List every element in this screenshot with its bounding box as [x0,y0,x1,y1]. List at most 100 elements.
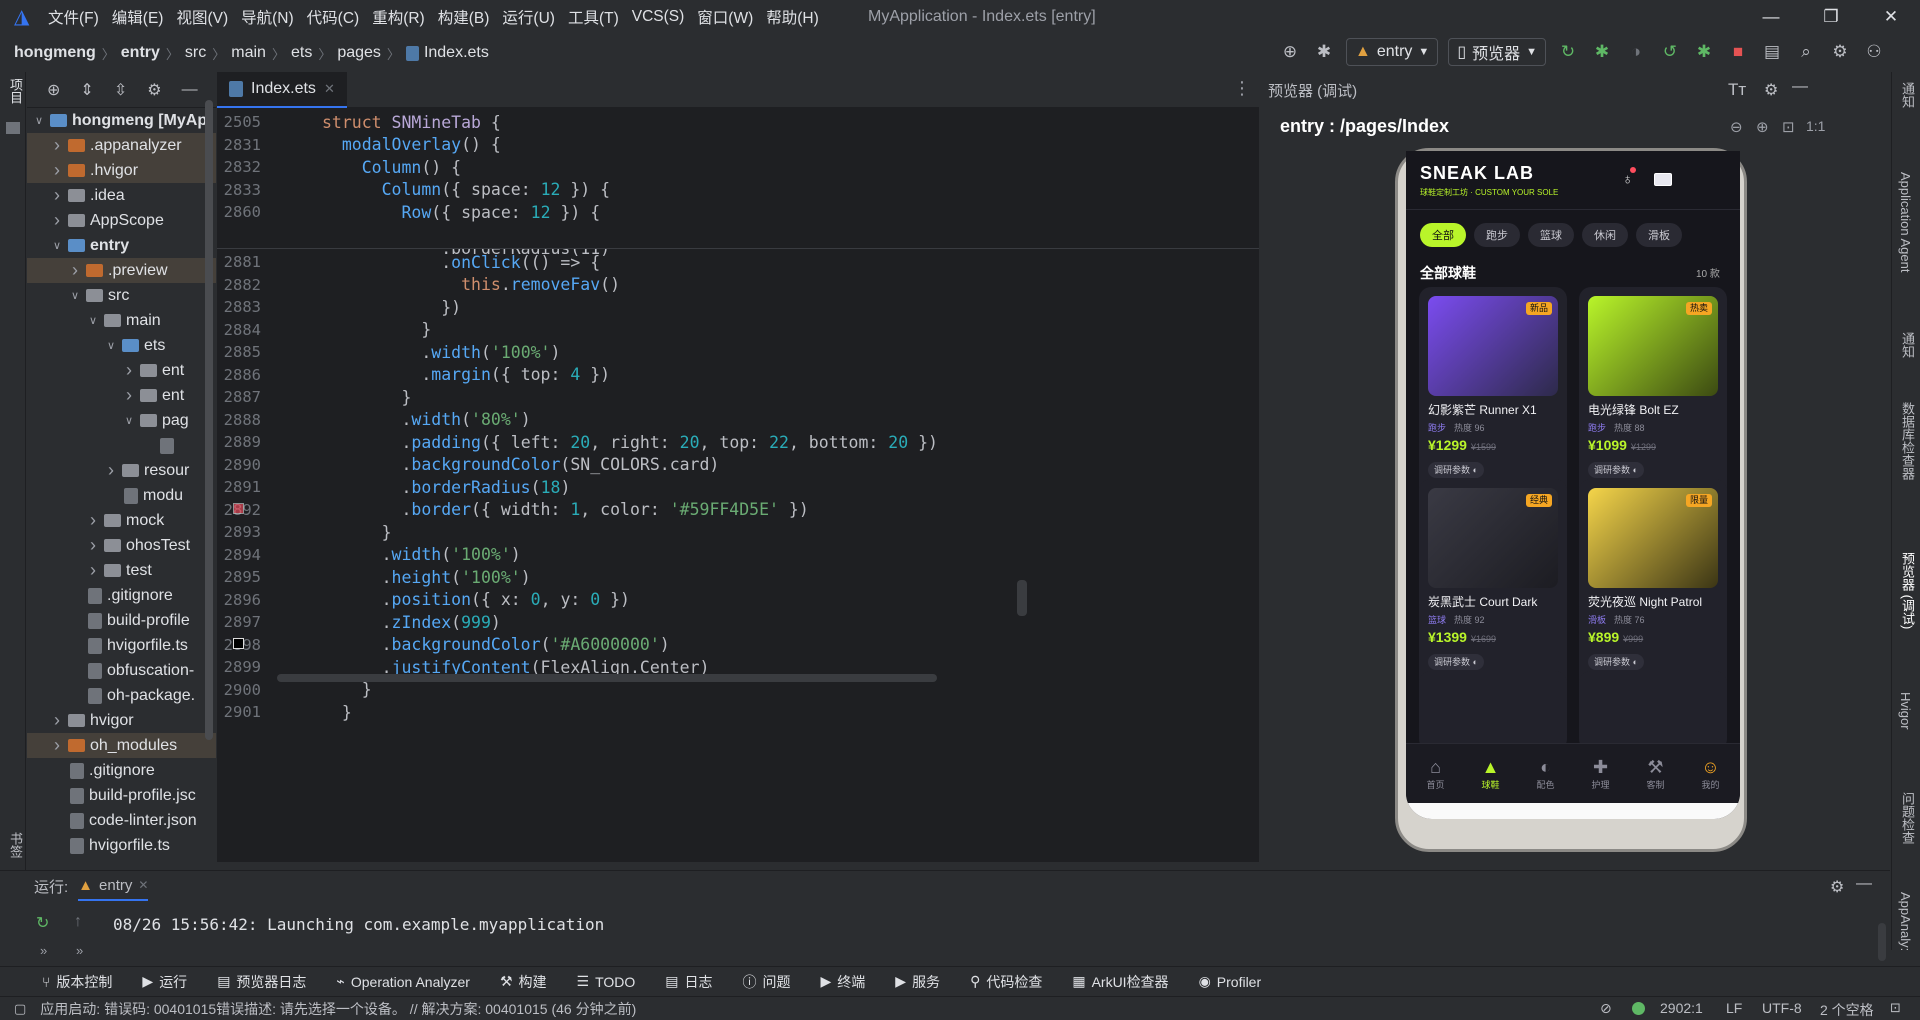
menu-item[interactable]: 帮助(H) [766,6,819,28]
menu-item[interactable]: 代码(C) [307,6,360,28]
profile-icon[interactable]: ✱ [1692,40,1716,64]
menu-item[interactable]: VCS(S) [632,8,685,26]
menu-item[interactable]: 视图(V) [176,6,228,28]
tree-row[interactable]: build-profile [27,608,216,633]
menu-item[interactable]: 运行(U) [502,6,555,28]
tree-row[interactable]: › .appanalyzer [27,133,216,158]
account-icon[interactable]: ⚇ [1862,40,1886,64]
gear-icon[interactable]: ⚙ [1830,877,1844,897]
product-card[interactable]: 热卖 电光绿锋 Bolt EZ 跑步 热度 88 ¥1099 ¥1299 调研参数 ◐ [1579,287,1727,511]
bottom-tool-3[interactable]: ▤ 预览器日志 [217,972,306,992]
line-separator[interactable]: LF [1726,1000,1742,1016]
breadcrumb-item[interactable]: src [185,44,206,62]
bottom-tool-8[interactable]: ⓘ 问题 [743,972,791,992]
menu-item[interactable]: 工具(T) [568,6,619,28]
close-tab-icon[interactable]: ✕ [324,81,335,97]
nav-3[interactable]: ◐ 配色 [1518,756,1573,791]
tree-row[interactable]: ∨ pag [27,408,216,433]
menu-item[interactable]: 构建(B) [438,6,490,28]
stop-icon[interactable]: ■ [1726,40,1750,64]
more-actions-icon[interactable]: » [76,943,83,958]
breadcrumb-item[interactable]: Index.ets [424,44,489,62]
editor-vertical-scrollbar[interactable] [1017,580,1027,616]
project-tool-tab[interactable]: 项目 [6,78,25,104]
rerun-icon[interactable]: ↻ [36,913,49,933]
right-tool-tab[interactable]: 预览器 (调试) [1898,552,1917,629]
more-actions-icon[interactable]: » [40,943,47,958]
tree-row[interactable]: ∨ ets [27,333,216,358]
bottom-tool-10[interactable]: ▶ 服务 [895,972,940,992]
tree-row[interactable]: modu [27,483,216,508]
maximize-icon[interactable]: ❐ [1820,6,1842,28]
minimize-icon[interactable]: — [1760,6,1782,28]
tree-row[interactable]: › ent [27,358,216,383]
nav-6[interactable]: ☺ 我的 [1683,756,1738,791]
breadcrumb-item[interactable]: hongmeng [14,44,96,62]
bottom-tool-6[interactable]: ☰ TODO [577,973,636,990]
product-card[interactable] [1579,671,1727,751]
collapse-all-icon[interactable]: ⇳ [114,80,127,100]
fit-screen-icon[interactable]: ⊡ [1782,118,1795,136]
status-ok-icon[interactable] [1632,1002,1645,1015]
customize-button[interactable]: 调研参数 ◐ [1428,654,1484,670]
file-encoding[interactable]: UTF-8 [1762,1000,1802,1016]
tree-row[interactable]: › mock [27,508,216,533]
tree-row[interactable]: ∨ hongmeng [MyAp [27,108,216,133]
breadcrumb-item[interactable]: pages [337,44,381,62]
tree-row[interactable]: ∨ src [27,283,216,308]
tree-row[interactable]: code-linter.json [27,808,216,833]
category-chip[interactable]: 全部 [1420,223,1466,247]
bottom-tool-1[interactable]: ⑂ 版本控制 [42,972,112,992]
right-tool-tab[interactable]: 通知 [1898,82,1917,108]
bottom-tool-7[interactable]: ▤ 日志 [665,972,712,992]
product-card[interactable]: 限量 荧光夜巡 Night Patrol 滑板 热度 76 ¥899 ¥999 调研参数 ◐ [1579,479,1727,703]
hide-icon[interactable]: — [1792,78,1808,96]
nav-5[interactable]: ⚒ 客制 [1628,756,1683,791]
close-window-icon[interactable]: ✕ [1880,6,1902,28]
tree-row[interactable]: hvigorfile.ts [27,633,216,658]
project-scrollbar[interactable] [205,100,213,740]
product-card[interactable] [1419,671,1567,751]
run-tab-entry[interactable]: ▲ entry ✕ [78,871,149,901]
breadcrumb-item[interactable]: entry [121,44,160,62]
tree-row[interactable]: › .idea [27,183,216,208]
right-tool-tab[interactable]: 通知 [1898,332,1917,358]
menu-item[interactable]: 重构(R) [372,6,425,28]
zoom-out-icon[interactable]: ⊖ [1730,118,1743,136]
run-config-select[interactable]: ▲ entry ▼ [1346,38,1439,66]
tree-row[interactable]: .gitignore [27,583,216,608]
right-tool-tab[interactable]: AppAnaly: [1898,892,1913,951]
debug-icon[interactable]: ✱ [1590,40,1614,64]
bottom-tool-2[interactable]: ▶ 运行 [142,972,187,992]
tree-row[interactable]: hvigorfile.ts [27,833,216,858]
message-icon[interactable] [1654,173,1672,186]
nav-4[interactable]: ✚ 护理 [1573,756,1628,791]
gear-icon[interactable]: ⚙ [147,80,161,100]
indent-setting[interactable]: 2 个空格 [1820,1000,1874,1020]
tree-row[interactable]: › ohosTest [27,533,216,558]
hide-icon[interactable]: — [182,81,198,99]
breadcrumb-item[interactable]: main [231,44,266,62]
category-chip[interactable]: 篮球 [1528,223,1574,247]
tab-index-ets[interactable]: Index.ets ✕ [217,71,347,108]
phone-screen[interactable]: SNEAK LAB 球鞋定制工坊 · CUSTOM YOUR SOLE ♁ 全部… [1406,151,1740,819]
category-chip[interactable]: 跑步 [1474,223,1520,247]
settings-icon[interactable]: ⚙ [1828,40,1852,64]
lock-icon[interactable]: ⊡ [1890,1000,1901,1016]
device-select[interactable]: ▯ 预览器 ▼ [1448,38,1547,66]
bottom-tool-5[interactable]: ⚒ 构建 [500,972,547,992]
bottom-tool-13[interactable]: ◉ Profiler [1199,973,1262,990]
right-tool-tab[interactable]: Hvigor [1898,692,1913,730]
tree-row[interactable]: › resour [27,458,216,483]
search-icon[interactable]: ⌕ [1794,40,1818,64]
tree-row[interactable]: oh-package. [27,683,216,708]
customize-button[interactable]: 调研参数 ◐ [1588,462,1644,478]
product-card[interactable]: 经典 炭黑武士 Court Dark 篮球 热度 92 ¥1399 ¥1699 调研参数 ◐ [1419,479,1567,703]
hide-icon[interactable]: — [1856,875,1872,893]
zoom-label[interactable]: 1:1 [1806,118,1825,134]
scroll-up-icon[interactable]: ↑ [74,913,82,931]
bottom-tool-9[interactable]: ▶ 终端 [821,972,866,992]
breadcrumb-item[interactable]: ets [291,44,312,62]
right-tool-tab[interactable]: 数据库检查器 [1898,402,1917,480]
tree-row[interactable]: ∨ main [27,308,216,333]
